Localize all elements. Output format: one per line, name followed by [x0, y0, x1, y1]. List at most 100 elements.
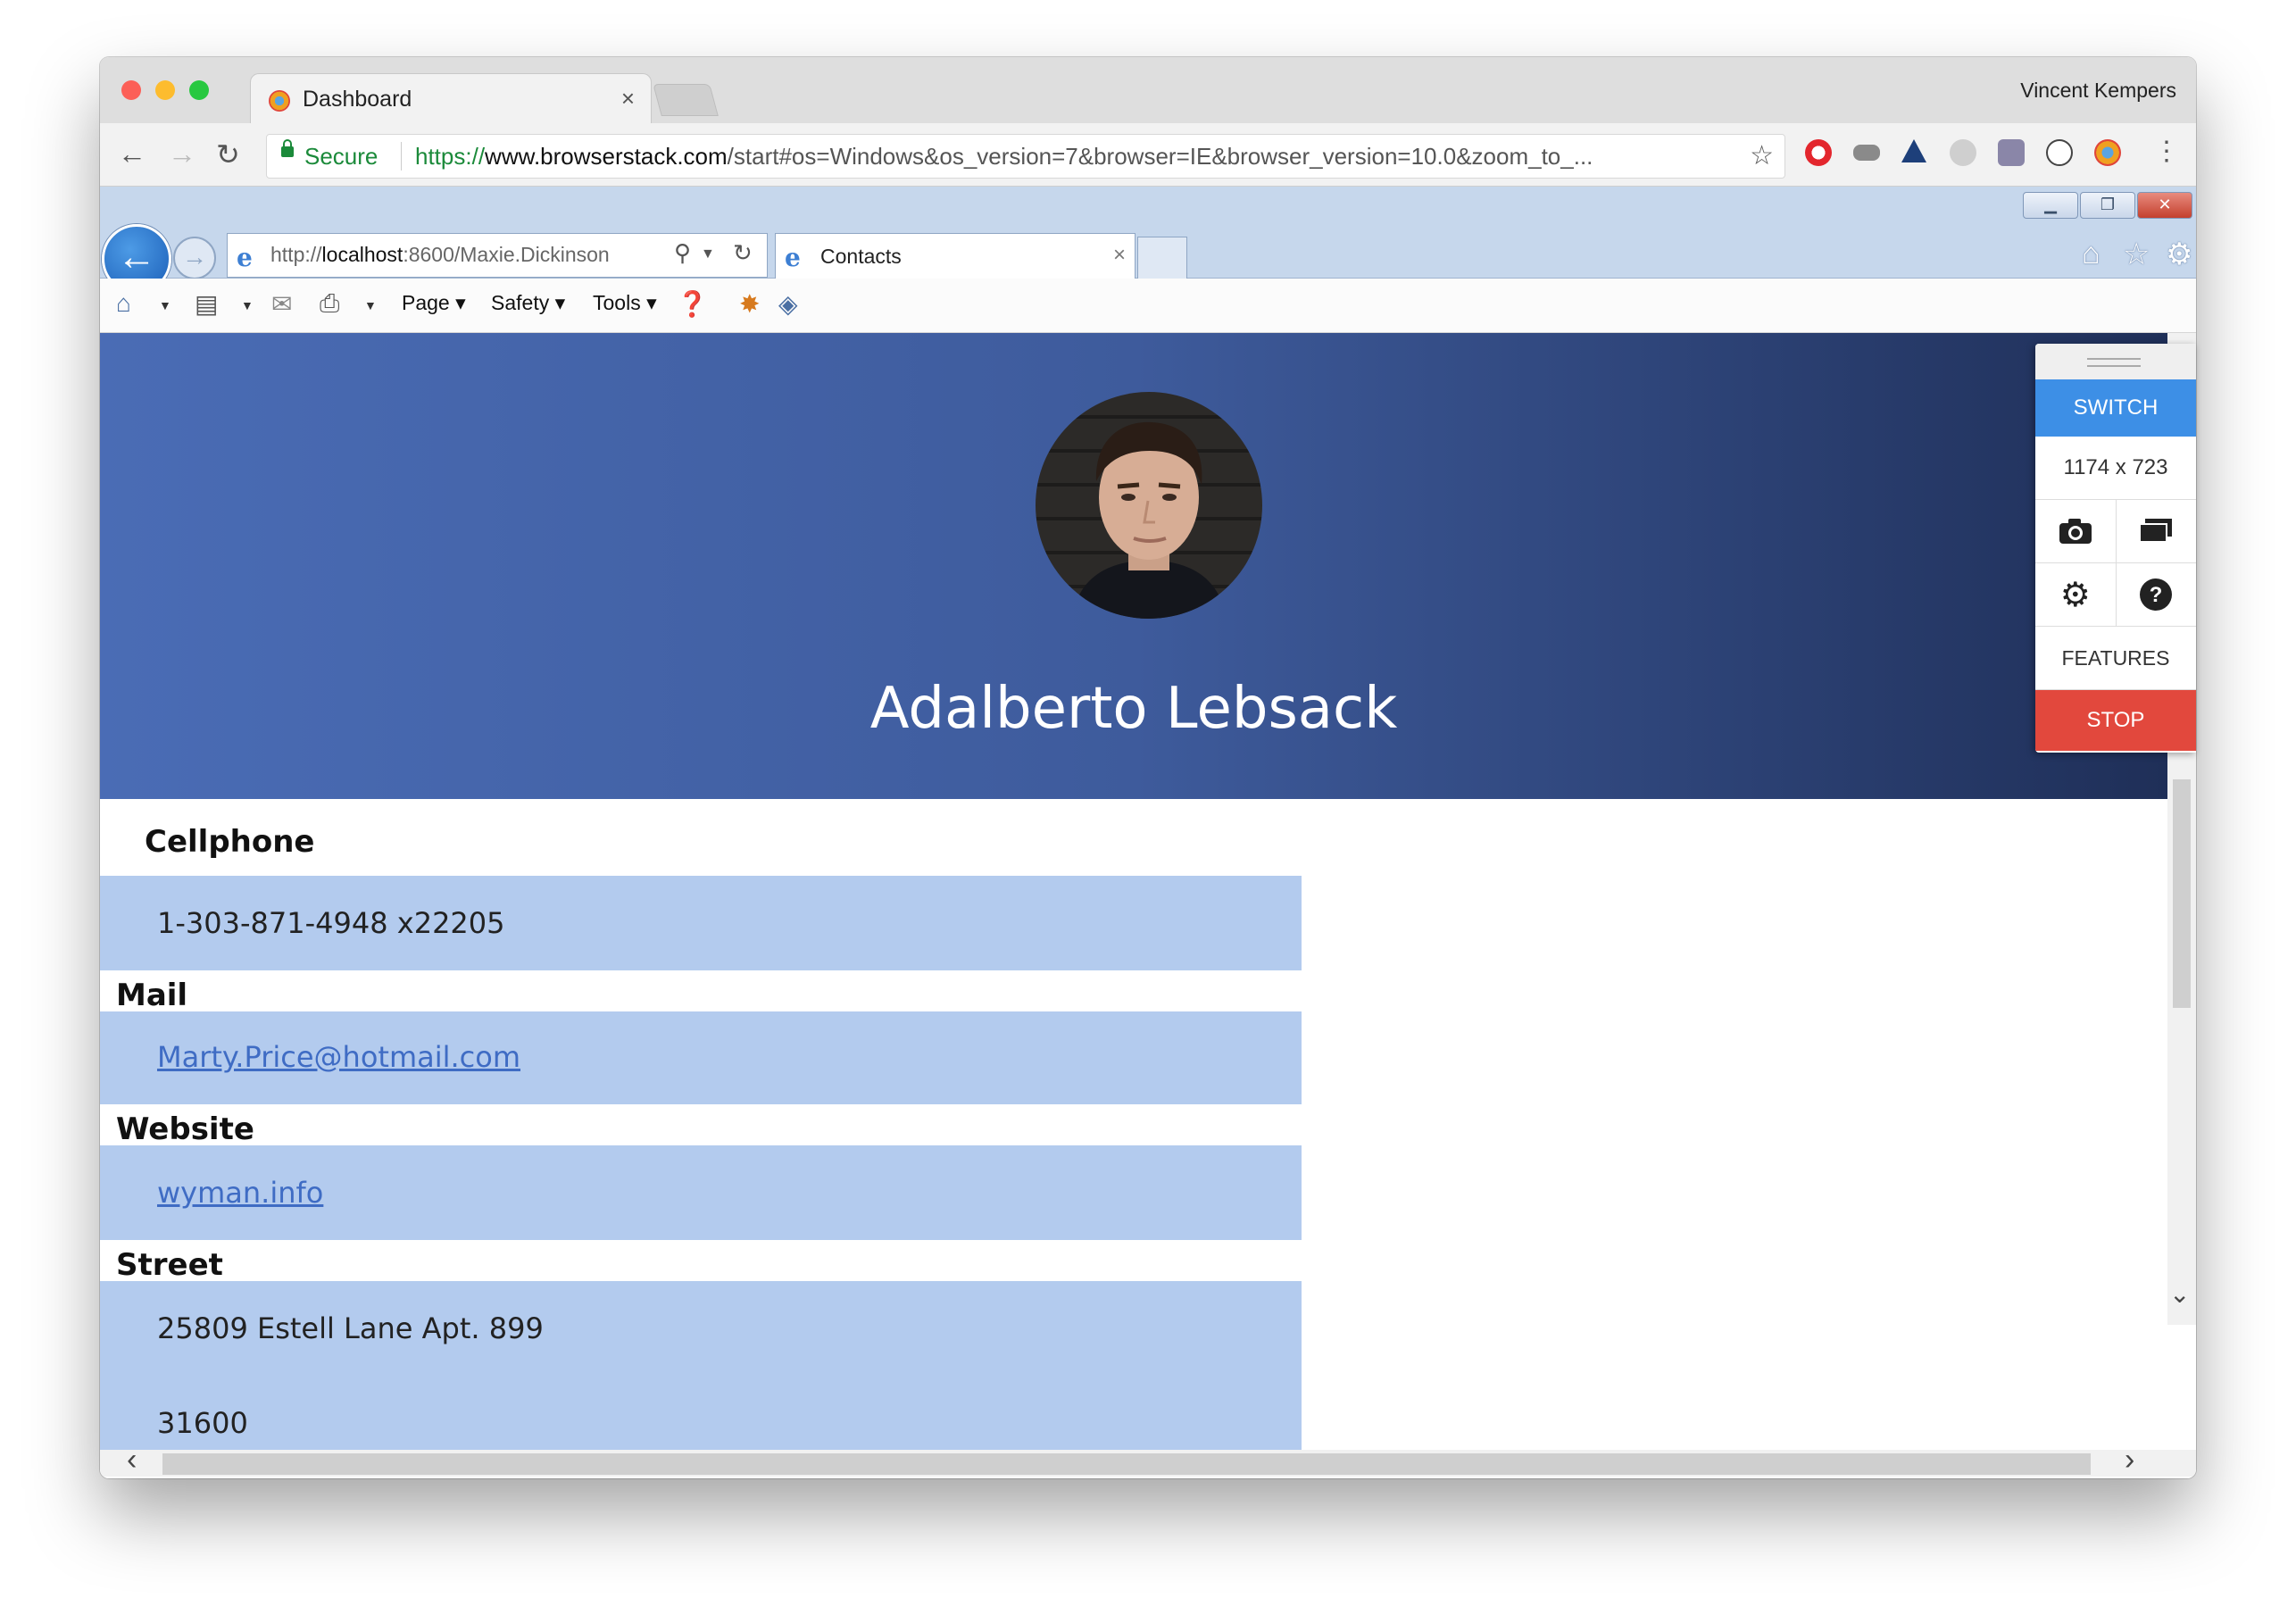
scroll-right-icon[interactable]: ›	[2125, 1443, 2134, 1477]
ie-favorites-icon[interactable]: ☆	[2123, 237, 2150, 272]
features-button[interactable]: FEATURES	[2035, 627, 2196, 690]
panel-tools-row-1	[2035, 500, 2196, 563]
reload-icon[interactable]: ↻	[216, 137, 240, 171]
chrome-tab-strip: Dashboard × Vincent Kempers	[100, 57, 2196, 126]
mail-link[interactable]: Marty.Price@hotmail.com	[157, 1040, 520, 1074]
info-extension-icon[interactable]	[2046, 139, 2073, 166]
scroll-down-icon[interactable]: ⌄	[2169, 1279, 2190, 1309]
ie-command-bar: ⌂ ▼ ▤ ▼ ✉ ⎙ ▼ Page ▾ Safety ▾ Tools ▾ ❓ …	[100, 279, 2196, 333]
window-controls	[121, 80, 209, 100]
cmd-tools-menu[interactable]: Tools ▾	[593, 291, 657, 315]
stop-button[interactable]: STOP	[2035, 690, 2196, 751]
scroll-left-icon[interactable]: ‹	[127, 1443, 137, 1477]
cmd-print-icon[interactable]: ⎙	[320, 289, 339, 319]
ie-address-text[interactable]: http://localhost:8600/Maxie.Dickinson	[270, 243, 610, 267]
cmd-home-icon[interactable]: ⌂	[116, 289, 131, 318]
divider	[401, 142, 402, 171]
ie-window-buttons: ▁ ❐ ✕	[2023, 192, 2192, 219]
cmd-research-icon[interactable]: ✸	[739, 289, 760, 319]
menu-icon[interactable]: ⋮	[2153, 136, 2180, 167]
vertical-scroll-thumb[interactable]	[2173, 779, 2191, 1008]
field-label-cellphone: Cellphone	[145, 824, 315, 860]
url-scheme: https://	[415, 143, 486, 170]
panel-tools-row-2: ⚙ ?	[2035, 563, 2196, 627]
svg-text:?: ?	[2150, 583, 2163, 607]
profile-name[interactable]: Vincent Kempers	[2020, 79, 2176, 103]
cmd-safety-menu[interactable]: Safety ▾	[491, 291, 565, 315]
url-text[interactable]: https://www.browserstack.com/start#os=Wi…	[415, 143, 1593, 171]
new-tab-button[interactable]	[653, 84, 719, 116]
browser-window: Dashboard × Vincent Kempers ← → ↻ Secure…	[100, 57, 2196, 1478]
ie-search-icon[interactable]: ⚲	[674, 239, 691, 267]
cmd-feeds-icon[interactable]: ▤	[195, 289, 218, 319]
chrome-toolbar: ← → ↻ Secure https://www.browserstack.co…	[100, 123, 2196, 187]
forward-arrow-icon[interactable]: →	[168, 137, 196, 171]
address-bar[interactable]: Secure https://www.browserstack.com/star…	[266, 134, 1785, 179]
cmd-page-menu[interactable]: Page ▾	[402, 291, 466, 315]
address-prefix: http://	[270, 243, 322, 266]
ie-tools-gear-icon[interactable]: ⚙	[2166, 237, 2192, 272]
browserstack-favicon-icon	[269, 90, 290, 112]
field-label-website: Website	[116, 1111, 254, 1147]
browserstack-panel: SWITCH 1174 x 723 ⚙ ? FEATURES STOP	[2035, 344, 2196, 753]
field-value-box-website: wyman.info	[100, 1145, 1302, 1240]
resolution-label[interactable]: 1174 x 723	[2035, 437, 2196, 500]
field-value-box-mail: Marty.Price@hotmail.com	[100, 1011, 1302, 1104]
zoom-window-button[interactable]	[189, 80, 209, 100]
ie-address-bar[interactable]: e http://localhost:8600/Maxie.Dickinson …	[227, 233, 768, 278]
address-host: localhost	[321, 243, 403, 266]
screens-icon[interactable]	[2117, 500, 2197, 562]
tab-close-icon[interactable]: ×	[621, 85, 635, 112]
cmd-help-icon[interactable]: ❓	[677, 289, 708, 319]
secure-label: Secure	[304, 143, 379, 170]
chrome-tab-dashboard[interactable]: Dashboard ×	[250, 73, 652, 126]
url-domain: www.browserstack.com	[485, 143, 728, 170]
switch-button[interactable]: SWITCH	[2035, 379, 2196, 437]
horizontal-scrollbar[interactable]: ‹ ›	[100, 1443, 2196, 1477]
zip-value: 31600	[157, 1406, 248, 1440]
close-window-button[interactable]	[121, 80, 141, 100]
contact-name: Adalberto Lebsack	[869, 676, 1398, 742]
field-label-mail: Mail	[116, 978, 188, 1013]
axe-extension-icon[interactable]	[1901, 139, 1926, 162]
horizontal-scroll-thumb[interactable]	[162, 1453, 2091, 1475]
avatar-portrait-image	[1071, 421, 1227, 619]
street-value: 25809 Estell Lane Apt. 899	[157, 1311, 544, 1345]
gear-icon[interactable]: ⚙	[2035, 563, 2117, 626]
opera-extension-icon[interactable]	[1805, 139, 1832, 166]
mascot-extension-icon[interactable]	[1998, 139, 2025, 166]
b-extension-icon[interactable]	[1950, 139, 1976, 166]
help-icon[interactable]: ?	[2117, 563, 2197, 626]
ie-restore-button[interactable]: ❐	[2080, 192, 2135, 219]
website-link[interactable]: wyman.info	[157, 1176, 323, 1210]
glasses-extension-icon[interactable]	[1853, 145, 1880, 161]
ie-dropdown-icon[interactable]: ▼	[701, 246, 715, 262]
ie-close-button[interactable]: ✕	[2137, 192, 2192, 219]
ie-tab-logo-icon: e	[785, 243, 801, 272]
url-path: /start#os=Windows&os_version=7&browser=I…	[727, 143, 1593, 170]
cellphone-value: 1-303-871-4948 x22205	[157, 906, 505, 940]
cmd-mail-icon[interactable]: ✉	[271, 289, 292, 319]
browserstack-extension-icon[interactable]	[2094, 139, 2121, 166]
ie-new-tab-button[interactable]	[1137, 237, 1187, 279]
ie-tab-contacts[interactable]: e Contacts ×	[775, 233, 1136, 279]
ie-tab-close-icon[interactable]: ×	[1113, 243, 1126, 268]
camera-icon[interactable]	[2035, 500, 2117, 562]
ie-minimize-button[interactable]: ▁	[2023, 192, 2078, 219]
panel-drag-handle[interactable]	[2035, 344, 2196, 379]
field-label-street: Street	[116, 1247, 223, 1283]
ie-title-bar: ▁ ❐ ✕ ← → e http://localhost:8600/Maxie.…	[100, 187, 2196, 294]
ie-tab-title: Contacts	[820, 245, 902, 268]
bookmark-star-icon[interactable]: ☆	[1750, 140, 1774, 171]
ie-home-icon[interactable]: ⌂	[2082, 237, 2101, 271]
cmd-devtools-icon[interactable]: ◈	[778, 289, 798, 319]
back-arrow-icon[interactable]: ←	[118, 137, 146, 171]
field-value-box-street: 25809 Estell Lane Apt. 899 31600	[100, 1281, 1302, 1454]
minimize-window-button[interactable]	[155, 80, 175, 100]
ie-forward-arrow-icon[interactable]: →	[173, 237, 216, 279]
cmd-feeds-dropdown-icon[interactable]: ▼	[241, 298, 254, 312]
cmd-print-dropdown-icon[interactable]: ▼	[364, 298, 377, 312]
cmd-home-dropdown-icon[interactable]: ▼	[159, 298, 171, 312]
contact-page: Adalberto Lebsack Cellphone 1-303-871-49…	[100, 333, 2167, 1454]
ie-refresh-icon[interactable]: ↻	[733, 239, 753, 267]
